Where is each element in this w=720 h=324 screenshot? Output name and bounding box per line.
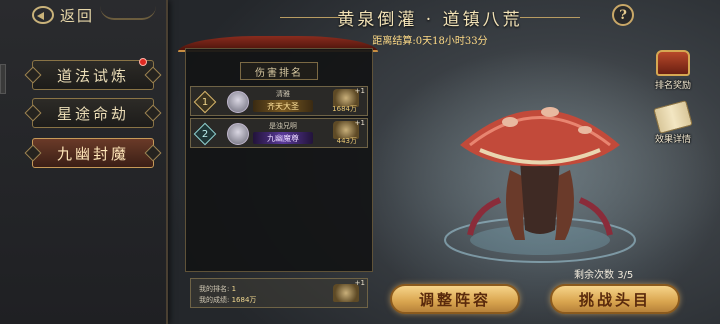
effect-detail-button[interactable]: 效果详情 [652, 100, 694, 148]
menu-item-xingtu-calamity[interactable]: 星途命劫 [32, 98, 154, 128]
player-damage: 1684万 [332, 105, 357, 113]
my-score-value: 1684万 [231, 296, 257, 304]
cloud-swirl-decoration [100, 6, 156, 20]
reward-quantity: +1 [354, 279, 365, 287]
back-label: 返回 [60, 6, 95, 25]
mushroom-boss-illustration[interactable] [440, 90, 640, 270]
rank-reward-label: 排名奖励 [654, 81, 691, 91]
side-collapse-tab[interactable] [0, 64, 6, 94]
player-title-badge: 九幽魔尊 [253, 132, 313, 144]
my-rank-line: 我的排名: 1 [199, 284, 236, 294]
back-button[interactable]: 返回 [32, 4, 94, 26]
back-arrow-icon [32, 6, 54, 24]
ranking-row[interactable]: 1 清雅 齐天大圣 +1 1684万 [190, 86, 368, 116]
avatar[interactable] [227, 123, 249, 145]
avatar[interactable] [227, 91, 249, 113]
notification-dot [139, 58, 147, 66]
treasure-chest-icon [656, 50, 690, 76]
reward-quantity: +1 [354, 87, 365, 95]
ranking-title: 伤害排名 [240, 62, 318, 80]
player-title-badge: 齐天大圣 [253, 100, 313, 112]
my-score-line: 我的成绩: 1684万 [199, 295, 256, 305]
scroll-icon [653, 100, 693, 134]
rank-number: 1 [201, 96, 209, 108]
player-name: 清雅 [276, 90, 290, 98]
remaining-label: 剩余次数 [574, 270, 614, 281]
help-icon[interactable]: ? [612, 4, 634, 26]
reward-quantity: +1 [354, 119, 365, 127]
title-decoration-left [280, 17, 340, 18]
remaining-value: 3/5 [617, 270, 634, 281]
remaining-attempts: 剩余次数 3/5 [574, 266, 633, 281]
menu-item-label: 九幽封魔 [56, 144, 129, 163]
menu-item-label: 星途命劫 [56, 104, 129, 123]
my-rank-value: 1 [231, 285, 237, 293]
damage-ranking-panel [185, 48, 373, 272]
menu-item-jiuyou-seal[interactable]: 九幽封魔 [32, 138, 154, 168]
menu-item-label: 道法试炼 [56, 66, 129, 85]
my-ranking-info: 我的排名: 1 我的成绩: 1684万 +1 [190, 278, 368, 308]
page-title-bar: 黄泉倒灌 · 道镇八荒 [280, 2, 580, 32]
effect-detail-label: 效果详情 [654, 135, 691, 145]
player-damage: 443万 [336, 137, 357, 145]
countdown-value: 0天18小时33分 [415, 36, 488, 47]
rank-reward-button[interactable]: 排名奖励 [652, 50, 694, 94]
player-name: 是浊兄啊 [269, 122, 297, 130]
title-decoration-right [520, 17, 580, 18]
challenge-boss-button[interactable]: 挑战头目 [550, 284, 680, 314]
left-menu-panel: 返回 道法试炼 星途命劫 九幽封魔 [0, 0, 168, 324]
menu-item-daofa-trial[interactable]: 道法试炼 [32, 58, 154, 90]
countdown-label: 距离结算: [372, 36, 416, 47]
rank-number: 2 [201, 128, 209, 140]
page-title: 黄泉倒灌 · 道镇八荒 [337, 9, 523, 30]
my-rank-label: 我的排名: [199, 285, 230, 293]
my-score-label: 我的成绩: [199, 296, 230, 304]
ranking-row[interactable]: 2 是浊兄啊 九幽魔尊 +1 443万 [190, 118, 368, 148]
adjust-lineup-button[interactable]: 调整阵容 [390, 284, 520, 314]
